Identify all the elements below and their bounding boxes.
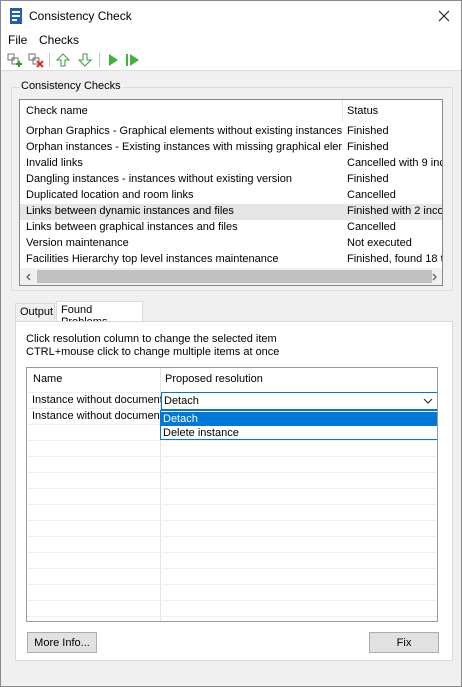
check-status: Finished with 2 incons [347, 205, 443, 217]
column-name[interactable]: Name [33, 373, 62, 385]
menu-file[interactable]: File [8, 33, 27, 47]
option-delete-instance[interactable]: Delete instance [161, 426, 437, 440]
check-status: Finished [347, 141, 389, 153]
title-bar: Consistency Check [1, 1, 461, 31]
add-check-button[interactable] [7, 52, 23, 68]
check-status: Finished [347, 125, 389, 137]
more-info-button[interactable]: More Info... [27, 632, 97, 653]
check-name: Duplicated location and room links [26, 189, 194, 201]
grid-row-line [27, 552, 437, 553]
check-name: Version maintenance [26, 237, 129, 249]
check-name: Dangling instances - instances without e… [26, 173, 292, 185]
chevron-right-icon [432, 273, 437, 280]
grid-row-line [27, 600, 437, 601]
move-up-button[interactable] [55, 52, 71, 68]
check-name: Orphan Graphics - Graphical elements wit… [26, 125, 342, 137]
check-name: Facilities Hierarchy top level instances… [26, 253, 279, 265]
close-icon [438, 10, 450, 22]
found-problems-panel: Click resolution column to change the se… [15, 321, 453, 661]
check-row[interactable]: Orphan Graphics - Graphical elements wit… [20, 124, 442, 140]
check-row-selected[interactable]: Links between dynamic instances and file… [20, 204, 442, 220]
problem-name[interactable]: Instance without document [32, 410, 163, 422]
menu-bar: File Checks [1, 31, 461, 49]
column-status[interactable]: Status [347, 105, 378, 117]
grid-row-line [27, 616, 437, 617]
hint-line-2: CTRL+mouse click to change multiple item… [26, 346, 280, 358]
check-status: Not executed [347, 237, 412, 249]
column-divider [342, 100, 343, 122]
chevron-down-icon [423, 396, 433, 409]
check-status: Finished [347, 173, 389, 185]
app-icon [9, 8, 23, 24]
horizontal-scrollbar[interactable] [20, 268, 442, 285]
tab-output[interactable]: Output [15, 303, 55, 321]
check-name: Invalid links [26, 157, 83, 169]
scroll-right-button[interactable] [425, 268, 442, 285]
consistency-check-window: Consistency Check File Checks Consistenc… [0, 0, 462, 687]
toolbar [1, 49, 461, 71]
grid-row-line [27, 488, 437, 489]
toolbar-separator [99, 53, 100, 67]
resolution-combobox[interactable]: Detach [161, 392, 437, 410]
window-title: Consistency Check [29, 9, 132, 23]
grid-row-line [27, 440, 437, 441]
problems-grid[interactable]: Name Proposed resolution Instance withou… [26, 367, 438, 622]
grid-row-line [27, 520, 437, 521]
grid-row-line [27, 536, 437, 537]
checks-list-header: Check name Status [20, 100, 442, 122]
check-name: Links between graphical instances and fi… [26, 221, 238, 233]
run-button[interactable] [105, 52, 121, 68]
check-row[interactable]: Dangling instances - instances without e… [20, 172, 442, 188]
run-all-icon [126, 54, 139, 66]
problem-name[interactable]: Instance without document [32, 394, 163, 406]
scroll-left-button[interactable] [20, 268, 37, 285]
remove-check-icon [28, 53, 44, 68]
option-detach[interactable]: Detach [161, 412, 437, 426]
add-check-icon [7, 53, 22, 67]
grid-row-line [27, 472, 437, 473]
move-down-button[interactable] [77, 52, 93, 68]
resolution-combobox-value: Detach [164, 395, 199, 407]
move-down-icon [77, 53, 93, 67]
remove-check-button[interactable] [28, 52, 44, 68]
check-row[interactable]: Duplicated location and room links Cance… [20, 188, 442, 204]
scrollbar-thumb[interactable] [37, 270, 432, 283]
consistency-checks-group-title: Consistency Checks [19, 80, 123, 92]
check-name: Links between dynamic instances and file… [26, 205, 234, 217]
grid-row-line [27, 504, 437, 505]
check-row[interactable]: Version maintenance Not executed [20, 236, 442, 252]
tab-found-problems[interactable]: Found Problems [56, 301, 143, 328]
check-name: Orphan instances - Existing instances wi… [26, 141, 342, 153]
grid-row-line [27, 584, 437, 585]
check-row[interactable]: Facilities Hierarchy top level instances… [20, 252, 442, 268]
check-status: Finished, found 18 to [347, 253, 443, 265]
close-button[interactable] [427, 1, 461, 31]
check-row[interactable]: Invalid links Cancelled with 9 inco [20, 156, 442, 172]
check-status: Cancelled [347, 189, 396, 201]
column-proposed-resolution[interactable]: Proposed resolution [165, 373, 263, 385]
check-row[interactable]: Links between graphical instances and fi… [20, 220, 442, 236]
grid-row-line [27, 456, 437, 457]
checks-list[interactable]: Check name Status Orphan Graphics - Grap… [19, 99, 443, 286]
check-row[interactable]: Orphan instances - Existing instances wi… [20, 140, 442, 156]
resolution-dropdown-list: Detach Delete instance [160, 410, 437, 440]
column-check-name[interactable]: Check name [26, 105, 88, 117]
run-all-button[interactable] [125, 52, 141, 68]
chevron-left-icon [25, 273, 30, 280]
menu-checks[interactable]: Checks [39, 33, 79, 47]
check-status: Cancelled [347, 221, 396, 233]
run-icon [109, 54, 118, 66]
toolbar-separator [49, 53, 50, 67]
move-up-icon [55, 53, 71, 67]
check-status: Cancelled with 9 inco [347, 157, 443, 169]
grid-row-line [27, 568, 437, 569]
fix-button[interactable]: Fix [369, 632, 439, 653]
hint-line-1: Click resolution column to change the se… [26, 333, 277, 345]
